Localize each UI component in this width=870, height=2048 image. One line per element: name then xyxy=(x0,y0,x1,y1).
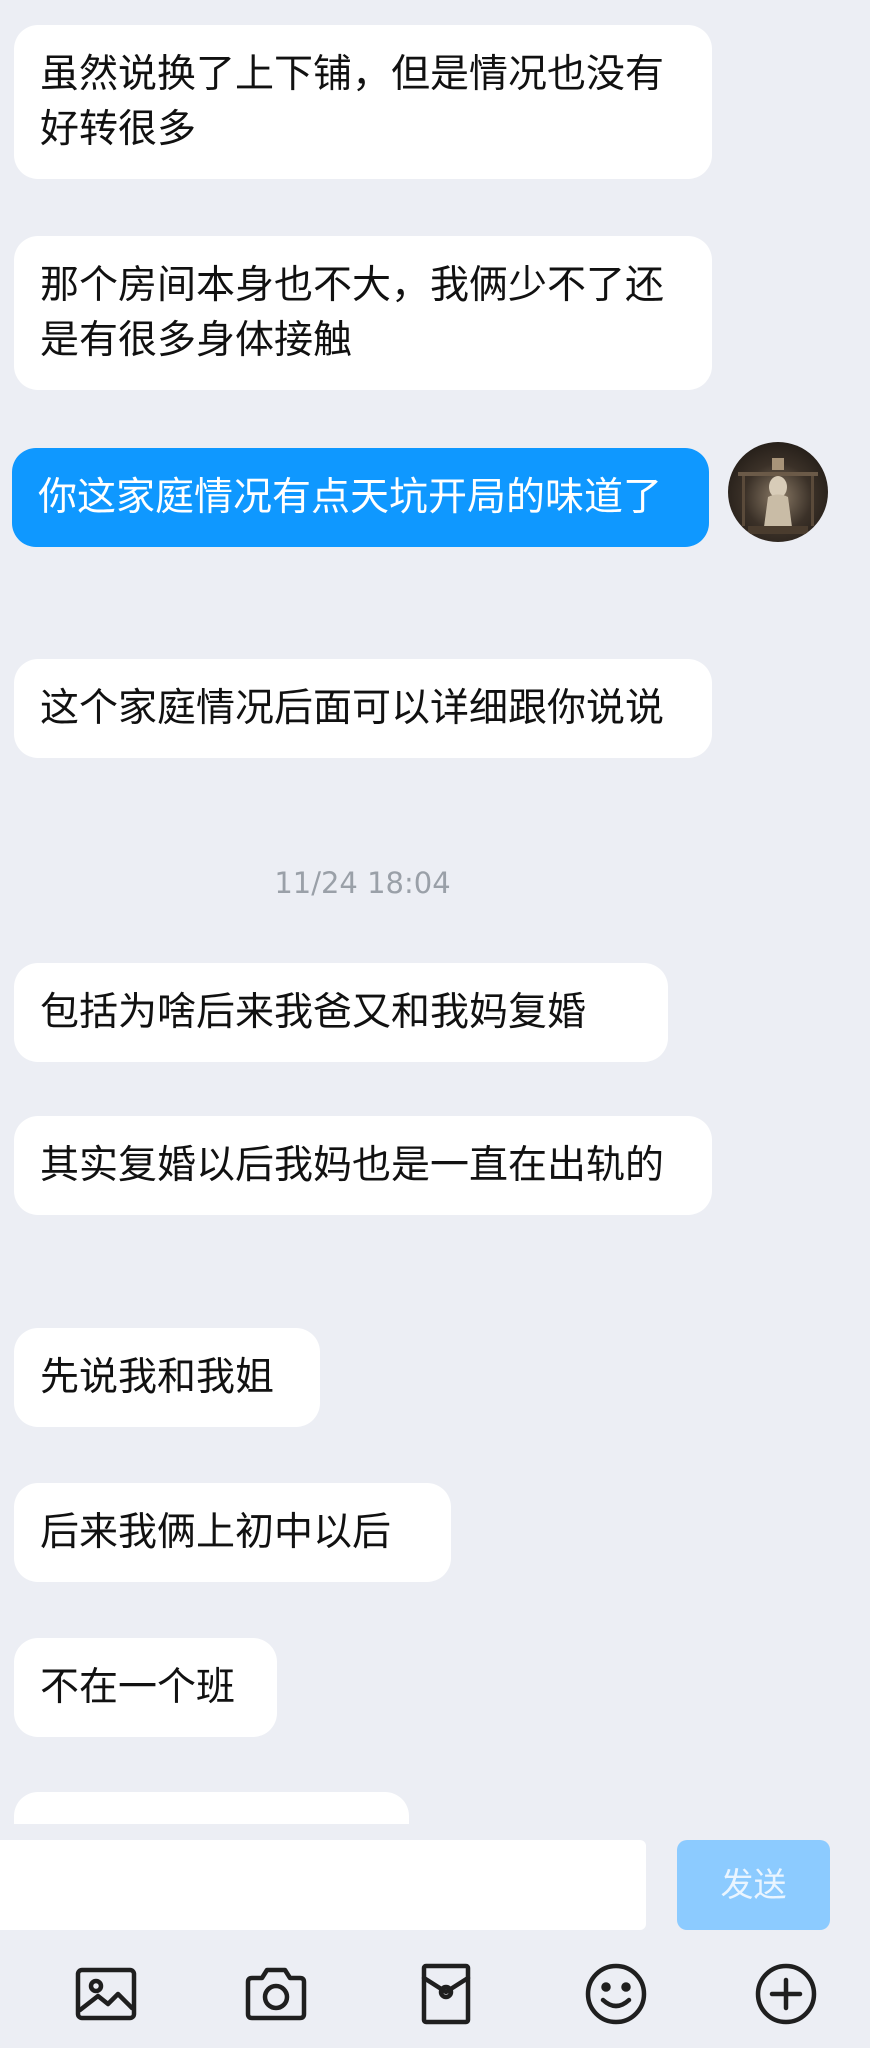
message-bubble[interactable]: 虽然说换了上下铺，但是情况也没有好转很多 xyxy=(14,25,712,179)
message-bubble[interactable]: 后来我俩上初中以后 xyxy=(14,1483,451,1582)
message-bubble[interactable]: 先说我和我姐 xyxy=(14,1328,320,1427)
send-button[interactable]: 发送 xyxy=(677,1840,830,1930)
camera-icon[interactable] xyxy=(244,1962,308,2026)
image-icon[interactable] xyxy=(74,1962,138,2026)
message-bubble-outgoing[interactable]: 你这家庭情况有点天坑开局的味道了 xyxy=(12,448,709,547)
message-input[interactable] xyxy=(0,1840,646,1930)
message-bubble[interactable]: 那个房间本身也不大，我俩少不了还是有很多身体接触 xyxy=(14,236,712,390)
input-toolbar xyxy=(0,1934,870,2048)
message-bubble[interactable]: 包括为啥后来我爸又和我妈复婚 xyxy=(14,963,668,1062)
message-bubble[interactable]: 不在一个班 xyxy=(14,1638,277,1737)
user-avatar[interactable] xyxy=(728,442,828,542)
message-bubble[interactable]: 这个家庭情况后面可以详细跟你说说 xyxy=(14,659,712,758)
emoji-icon[interactable] xyxy=(584,1962,648,2026)
red-packet-icon[interactable] xyxy=(414,1962,478,2026)
message-bubble-partial[interactable] xyxy=(14,1792,409,1824)
avatar-image xyxy=(738,458,818,534)
message-timestamp: 11/24 18:04 xyxy=(274,866,451,900)
plus-icon[interactable] xyxy=(754,1962,818,2026)
chat-message-list[interactable]: 虽然说换了上下铺，但是情况也没有好转很多 那个房间本身也不大，我俩少不了还是有很… xyxy=(0,0,870,1824)
message-bubble[interactable]: 其实复婚以后我妈也是一直在出轨的 xyxy=(14,1116,712,1215)
message-input-bar: 发送 xyxy=(0,1824,870,1934)
